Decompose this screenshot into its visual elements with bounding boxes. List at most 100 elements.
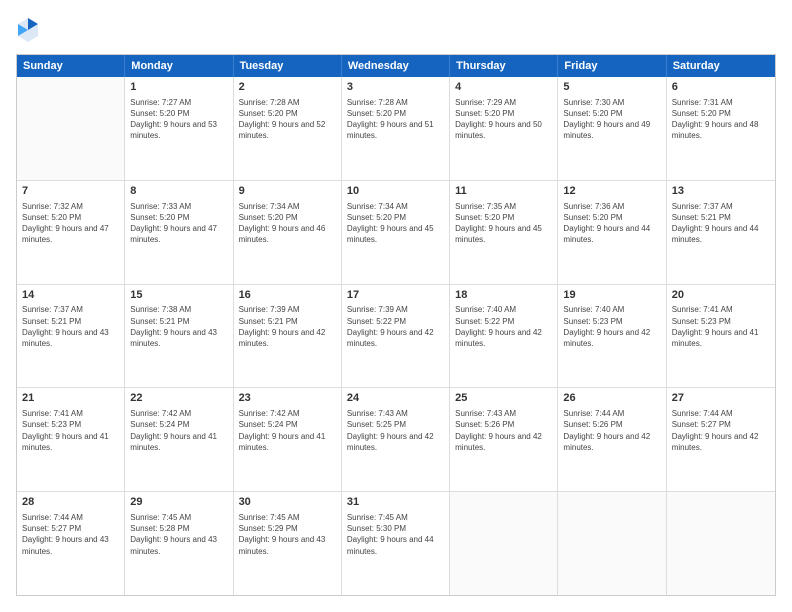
calendar-cell: 31 Sunrise: 7:45 AMSunset: 5:30 PMDayligh… — [342, 492, 450, 595]
calendar-row-2: 7 Sunrise: 7:32 AMSunset: 5:20 PMDaylight… — [17, 181, 775, 285]
sun-info: Sunrise: 7:34 AMSunset: 5:20 PMDaylight:… — [347, 201, 444, 246]
calendar-cell: 1 Sunrise: 7:27 AMSunset: 5:20 PMDaylight… — [125, 77, 233, 180]
day-number: 14 — [22, 288, 119, 303]
day-number: 5 — [563, 80, 660, 95]
calendar-cell: 30Sunrise: 7:45 AMSunset: 5:29 PMDayligh… — [234, 492, 342, 595]
calendar-cell: 22 Sunrise: 7:42 AMSunset: 5:24 PMDayligh… — [125, 388, 233, 491]
calendar-cell: 19Sunrise: 7:40 AMSunset: 5:23 PMDayligh… — [558, 285, 666, 388]
sun-info: Sunrise: 7:30 AMSunset: 5:20 PMDaylight:… — [563, 97, 660, 142]
day-number: 29 — [130, 495, 227, 510]
sun-info: Sunrise: 7:38 AMSunset: 5:21 PMDaylight:… — [130, 304, 227, 349]
calendar-cell: 29 Sunrise: 7:45 AMSunset: 5:28 PMDayligh… — [125, 492, 233, 595]
header — [16, 16, 776, 44]
sun-info: Sunrise: 7:33 AMSunset: 5:20 PMDaylight:… — [130, 201, 227, 246]
day-number: 30 — [239, 495, 336, 510]
day-number: 16 — [239, 288, 336, 303]
calendar-cell: 28 Sunrise: 7:44 AMSunset: 5:27 PMDayligh… — [17, 492, 125, 595]
sun-info: Sunrise: 7:34 AMSunset: 5:20 PMDaylight:… — [239, 201, 336, 246]
logo-icon — [16, 16, 40, 44]
calendar-row-1: 1 Sunrise: 7:27 AMSunset: 5:20 PMDaylight… — [17, 77, 775, 181]
calendar-cell: 20Sunrise: 7:41 AMSunset: 5:23 PMDayligh… — [667, 285, 775, 388]
calendar-cell: 16Sunrise: 7:39 AMSunset: 5:21 PMDayligh… — [234, 285, 342, 388]
sun-info: Sunrise: 7:42 AMSunset: 5:24 PMDaylight:… — [130, 408, 227, 453]
day-number: 21 — [22, 391, 119, 406]
day-number: 8 — [130, 184, 227, 199]
calendar-header: SundayMondayTuesdayWednesdayThursdayFrid… — [17, 55, 775, 77]
calendar-cell — [667, 492, 775, 595]
sun-info: Sunrise: 7:44 AMSunset: 5:27 PMDaylight:… — [22, 512, 119, 557]
sun-info: Sunrise: 7:37 AMSunset: 5:21 PMDaylight:… — [672, 201, 770, 246]
sun-info: Sunrise: 7:41 AMSunset: 5:23 PMDaylight:… — [22, 408, 119, 453]
header-cell-saturday: Saturday — [667, 55, 775, 77]
day-number: 9 — [239, 184, 336, 199]
header-cell-thursday: Thursday — [450, 55, 558, 77]
sun-info: Sunrise: 7:28 AMSunset: 5:20 PMDaylight:… — [347, 97, 444, 142]
sun-info: Sunrise: 7:39 AMSunset: 5:21 PMDaylight:… — [239, 304, 336, 349]
sun-info: Sunrise: 7:29 AMSunset: 5:20 PMDaylight:… — [455, 97, 552, 142]
day-number: 31 — [347, 495, 444, 510]
calendar: SundayMondayTuesdayWednesdayThursdayFrid… — [16, 54, 776, 596]
day-number: 28 — [22, 495, 119, 510]
day-number: 4 — [455, 80, 552, 95]
day-number: 7 — [22, 184, 119, 199]
calendar-cell: 14Sunrise: 7:37 AMSunset: 5:21 PMDayligh… — [17, 285, 125, 388]
header-cell-sunday: Sunday — [17, 55, 125, 77]
calendar-body: 1 Sunrise: 7:27 AMSunset: 5:20 PMDaylight… — [17, 77, 775, 595]
sun-info: Sunrise: 7:45 AMSunset: 5:30 PMDaylight:… — [347, 512, 444, 557]
day-number: 20 — [672, 288, 770, 303]
calendar-cell: 5 Sunrise: 7:30 AMSunset: 5:20 PMDaylight… — [558, 77, 666, 180]
sun-info: Sunrise: 7:27 AMSunset: 5:20 PMDaylight:… — [130, 97, 227, 142]
calendar-cell: 26Sunrise: 7:44 AMSunset: 5:26 PMDayligh… — [558, 388, 666, 491]
sun-info: Sunrise: 7:28 AMSunset: 5:20 PMDaylight:… — [239, 97, 336, 142]
calendar-row-4: 21 Sunrise: 7:41 AMSunset: 5:23 PMDayligh… — [17, 388, 775, 492]
day-number: 3 — [347, 80, 444, 95]
calendar-cell: 23Sunrise: 7:42 AMSunset: 5:24 PMDayligh… — [234, 388, 342, 491]
header-cell-friday: Friday — [558, 55, 666, 77]
day-number: 27 — [672, 391, 770, 406]
day-number: 6 — [672, 80, 770, 95]
logo — [16, 16, 44, 44]
day-number: 26 — [563, 391, 660, 406]
calendar-cell: 2 Sunrise: 7:28 AMSunset: 5:20 PMDaylight… — [234, 77, 342, 180]
calendar-cell: 6 Sunrise: 7:31 AMSunset: 5:20 PMDaylight… — [667, 77, 775, 180]
calendar-cell: 7 Sunrise: 7:32 AMSunset: 5:20 PMDaylight… — [17, 181, 125, 284]
calendar-cell: 21 Sunrise: 7:41 AMSunset: 5:23 PMDayligh… — [17, 388, 125, 491]
day-number: 13 — [672, 184, 770, 199]
calendar-cell: 8 Sunrise: 7:33 AMSunset: 5:20 PMDaylight… — [125, 181, 233, 284]
calendar-cell: 10 Sunrise: 7:34 AMSunset: 5:20 PMDayligh… — [342, 181, 450, 284]
sun-info: Sunrise: 7:35 AMSunset: 5:20 PMDaylight:… — [455, 201, 552, 246]
day-number: 10 — [347, 184, 444, 199]
calendar-row-5: 28 Sunrise: 7:44 AMSunset: 5:27 PMDayligh… — [17, 492, 775, 595]
sun-info: Sunrise: 7:39 AMSunset: 5:22 PMDaylight:… — [347, 304, 444, 349]
day-number: 22 — [130, 391, 227, 406]
sun-info: Sunrise: 7:31 AMSunset: 5:20 PMDaylight:… — [672, 97, 770, 142]
day-number: 18 — [455, 288, 552, 303]
sun-info: Sunrise: 7:36 AMSunset: 5:20 PMDaylight:… — [563, 201, 660, 246]
sun-info: Sunrise: 7:40 AMSunset: 5:23 PMDaylight:… — [563, 304, 660, 349]
calendar-cell: 12 Sunrise: 7:36 AMSunset: 5:20 PMDayligh… — [558, 181, 666, 284]
calendar-cell: 13 Sunrise: 7:37 AMSunset: 5:21 PMDayligh… — [667, 181, 775, 284]
sun-info: Sunrise: 7:43 AMSunset: 5:26 PMDaylight:… — [455, 408, 552, 453]
day-number: 12 — [563, 184, 660, 199]
calendar-cell: 15Sunrise: 7:38 AMSunset: 5:21 PMDayligh… — [125, 285, 233, 388]
calendar-cell — [558, 492, 666, 595]
sun-info: Sunrise: 7:42 AMSunset: 5:24 PMDaylight:… — [239, 408, 336, 453]
calendar-cell: 18Sunrise: 7:40 AMSunset: 5:22 PMDayligh… — [450, 285, 558, 388]
calendar-cell — [17, 77, 125, 180]
calendar-cell: 17Sunrise: 7:39 AMSunset: 5:22 PMDayligh… — [342, 285, 450, 388]
sun-info: Sunrise: 7:44 AMSunset: 5:27 PMDaylight:… — [672, 408, 770, 453]
day-number: 19 — [563, 288, 660, 303]
calendar-cell: 11Sunrise: 7:35 AMSunset: 5:20 PMDayligh… — [450, 181, 558, 284]
sun-info: Sunrise: 7:37 AMSunset: 5:21 PMDaylight:… — [22, 304, 119, 349]
day-number: 24 — [347, 391, 444, 406]
sun-info: Sunrise: 7:32 AMSunset: 5:20 PMDaylight:… — [22, 201, 119, 246]
day-number: 1 — [130, 80, 227, 95]
header-cell-wednesday: Wednesday — [342, 55, 450, 77]
sun-info: Sunrise: 7:45 AMSunset: 5:28 PMDaylight:… — [130, 512, 227, 557]
sun-info: Sunrise: 7:40 AMSunset: 5:22 PMDaylight:… — [455, 304, 552, 349]
calendar-cell: 24Sunrise: 7:43 AMSunset: 5:25 PMDayligh… — [342, 388, 450, 491]
calendar-cell: 3 Sunrise: 7:28 AMSunset: 5:20 PMDaylight… — [342, 77, 450, 180]
sun-info: Sunrise: 7:41 AMSunset: 5:23 PMDaylight:… — [672, 304, 770, 349]
day-number: 2 — [239, 80, 336, 95]
calendar-cell: 27 Sunrise: 7:44 AMSunset: 5:27 PMDayligh… — [667, 388, 775, 491]
